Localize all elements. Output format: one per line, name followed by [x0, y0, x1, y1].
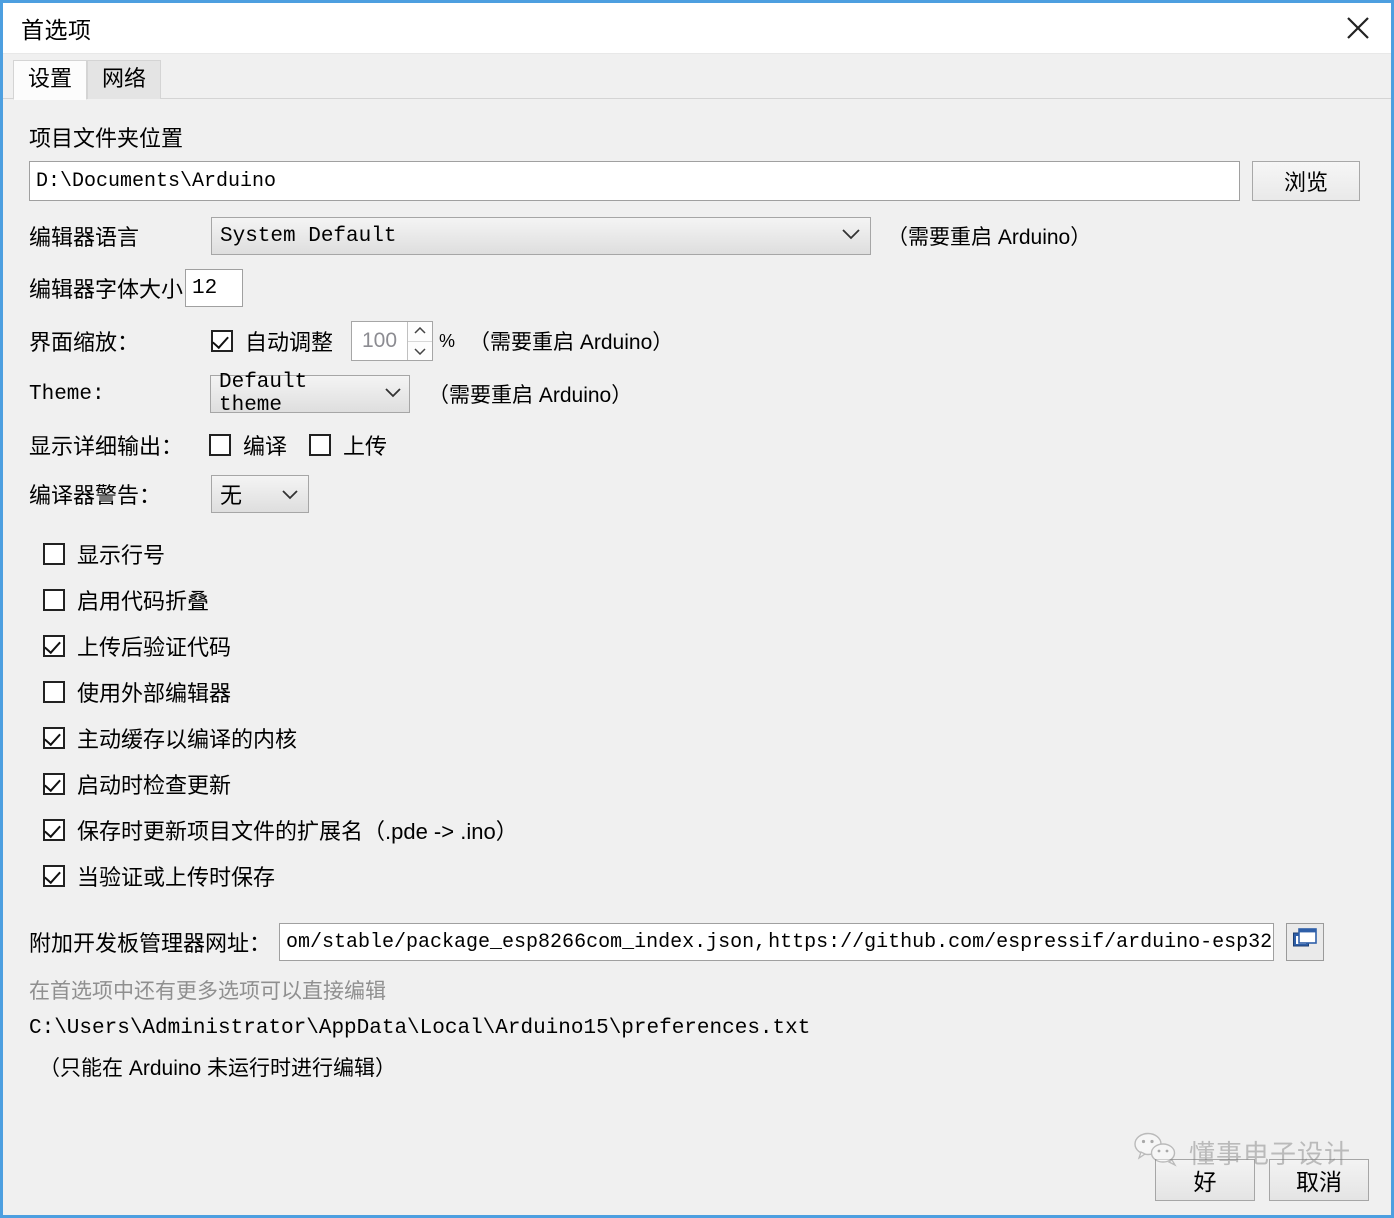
scale-percent-value: 100	[361, 329, 398, 352]
percent-sign: %	[439, 330, 456, 351]
verbose-compile-checkbox-row[interactable]: 编译	[209, 429, 287, 461]
ok-button[interactable]: 好	[1155, 1159, 1255, 1201]
option-label: 保存时更新项目文件的扩展名（.pde -> .ino）	[77, 819, 518, 844]
tab-network-label: 网络	[102, 65, 147, 91]
option-use-external-editor[interactable]: 使用外部编辑器	[43, 669, 1365, 715]
compiler-warnings-row: 编译器警告： 无	[29, 475, 1365, 513]
option-checkbox[interactable]	[43, 589, 65, 611]
option-checkbox[interactable]	[43, 865, 65, 887]
board-manager-urls-input[interactable]: om/stable/package_esp8266com_index.json,…	[279, 923, 1275, 961]
tab-bar: 设置 网络	[3, 54, 1391, 100]
option-verify-after-upload[interactable]: 上传后验证代码	[43, 623, 1365, 669]
editor-font-size-label: 编辑器字体大小	[29, 277, 184, 302]
chevron-down-icon	[383, 383, 403, 406]
browse-button[interactable]: 浏览	[1252, 161, 1360, 201]
option-label: 主动缓存以编译的内核	[77, 727, 298, 752]
option-checkbox[interactable]	[43, 773, 65, 795]
chevron-down-icon	[280, 481, 300, 507]
option-label: 显示行号	[77, 543, 166, 568]
more-prefs-note: 在首选项中还有更多选项可以直接编辑	[29, 980, 386, 1003]
editor-font-size-row: 编辑器字体大小 12	[29, 269, 1365, 307]
auto-scale-label: 自动调整	[245, 330, 334, 355]
editor-font-size-input[interactable]: 12	[185, 269, 244, 307]
verbose-output-row: 显示详细输出： 编译 上传	[29, 429, 1365, 461]
option-aggressively-cache-core[interactable]: 主动缓存以编译的内核	[43, 715, 1365, 761]
browse-button-label: 浏览	[1283, 170, 1328, 195]
cancel-button[interactable]: 取消	[1269, 1159, 1369, 1201]
editor-language-restart-hint: （需要重启 Arduino）	[887, 226, 1092, 249]
verbose-upload-label: 上传	[343, 434, 388, 459]
compiler-warnings-select[interactable]: 无	[211, 475, 309, 513]
option-enable-code-folding[interactable]: 启用代码折叠	[43, 577, 1365, 623]
tab-settings-label: 设置	[28, 65, 73, 91]
cancel-button-label: 取消	[1296, 1169, 1342, 1195]
board-urls-text-before-caret: om/stable/package_esp8266com_index.json,	[286, 930, 767, 954]
verbose-upload-checkbox-row[interactable]: 上传	[309, 429, 387, 461]
close-button[interactable]	[1325, 3, 1391, 53]
preferences-dialog: 首选项 设置 网络 项目文件夹位置 D:\Documents\Arduino 浏…	[0, 0, 1394, 1218]
theme-select[interactable]: Default theme	[210, 371, 410, 417]
board-manager-urls-label: 附加开发板管理器网址：	[29, 931, 272, 956]
option-label: 上传后验证代码	[77, 635, 232, 660]
editor-language-value: System Default	[220, 224, 397, 248]
editor-language-row: 编辑器语言 System Default （需要重启 Arduino）	[29, 217, 1365, 255]
option-checkbox[interactable]	[43, 543, 65, 565]
option-checkbox[interactable]	[43, 819, 65, 841]
tab-settings[interactable]: 设置	[13, 59, 88, 100]
theme-label: Theme:	[29, 382, 105, 406]
board-urls-text-after-caret: https://github.com/espressif/arduino-esp…	[768, 930, 1273, 954]
option-checkbox[interactable]	[43, 635, 65, 657]
close-icon	[1344, 14, 1372, 42]
option-label: 使用外部编辑器	[77, 681, 232, 706]
settings-panel: 项目文件夹位置 D:\Documents\Arduino 浏览 编辑器语言 Sy…	[3, 99, 1391, 1215]
prefs-file-path: C:\Users\Administrator\AppData\Local\Ard…	[29, 1017, 811, 1040]
sketchbook-location-row: D:\Documents\Arduino 浏览	[29, 153, 1365, 201]
prefs-edit-note: （只能在 Arduino 未运行时进行编辑）	[39, 1057, 397, 1080]
compiler-warnings-value: 无	[220, 483, 243, 508]
sketchbook-path-input[interactable]: D:\Documents\Arduino	[29, 161, 1240, 201]
verbose-compile-label: 编译	[243, 434, 288, 459]
sketchbook-location-label: 项目文件夹位置	[29, 126, 184, 151]
verbose-output-label: 显示详细输出：	[29, 434, 184, 459]
auto-scale-checkbox-row[interactable]: 自动调整	[211, 325, 333, 357]
theme-value: Default theme	[219, 371, 308, 417]
editor-language-select[interactable]: System Default	[211, 217, 871, 255]
auto-scale-checkbox[interactable]	[211, 330, 233, 352]
option-update-sketch-extension[interactable]: 保存时更新项目文件的扩展名（.pde -> .ino）	[43, 807, 1365, 853]
editor-language-label: 编辑器语言	[29, 225, 140, 250]
verbose-compile-checkbox[interactable]	[209, 434, 231, 456]
interface-scaling-restart-hint: （需要重启 Arduino）	[469, 331, 674, 354]
board-manager-urls-edit-button[interactable]	[1286, 923, 1325, 961]
option-save-on-verify-or-upload[interactable]: 当验证或上传时保存	[43, 853, 1365, 899]
dialog-button-bar: 好 取消	[1155, 1159, 1369, 1201]
open-window-icon	[1292, 927, 1318, 957]
title-bar: 首选项	[3, 3, 1391, 54]
spinner-down-icon[interactable]	[408, 342, 432, 361]
option-label: 启用代码折叠	[77, 589, 210, 614]
theme-row: Theme: Default theme （需要重启 Arduino）	[29, 371, 1365, 417]
interface-scaling-label: 界面缩放：	[29, 330, 140, 355]
option-checkbox[interactable]	[43, 727, 65, 749]
chevron-down-icon	[840, 225, 862, 248]
interface-scaling-row: 界面缩放： 自动调整 100 % （需要重启 Arduino）	[29, 321, 1365, 361]
board-manager-urls-row: 附加开发板管理器网址： om/stable/package_esp8266com…	[29, 923, 1365, 961]
page-title: 首选项	[21, 17, 92, 43]
theme-restart-hint: （需要重启 Arduino）	[428, 384, 633, 407]
ok-button-label: 好	[1193, 1169, 1217, 1195]
option-label: 启动时检查更新	[77, 773, 232, 798]
spinner-arrows[interactable]	[407, 322, 433, 361]
scale-percent-spinner[interactable]: 100	[351, 321, 434, 361]
option-check-updates-on-startup[interactable]: 启动时检查更新	[43, 761, 1365, 807]
option-show-line-numbers[interactable]: 显示行号	[43, 531, 1365, 577]
option-checkbox[interactable]	[43, 681, 65, 703]
tab-network[interactable]: 网络	[87, 59, 162, 99]
options-list: 显示行号 启用代码折叠 上传后验证代码 使用外部编辑器 主动缓存以编译的内核 启…	[29, 531, 1365, 899]
option-label: 当验证或上传时保存	[77, 865, 276, 890]
compiler-warnings-label: 编译器警告：	[29, 483, 162, 508]
spinner-up-icon[interactable]	[408, 322, 433, 342]
verbose-upload-checkbox[interactable]	[309, 434, 332, 456]
